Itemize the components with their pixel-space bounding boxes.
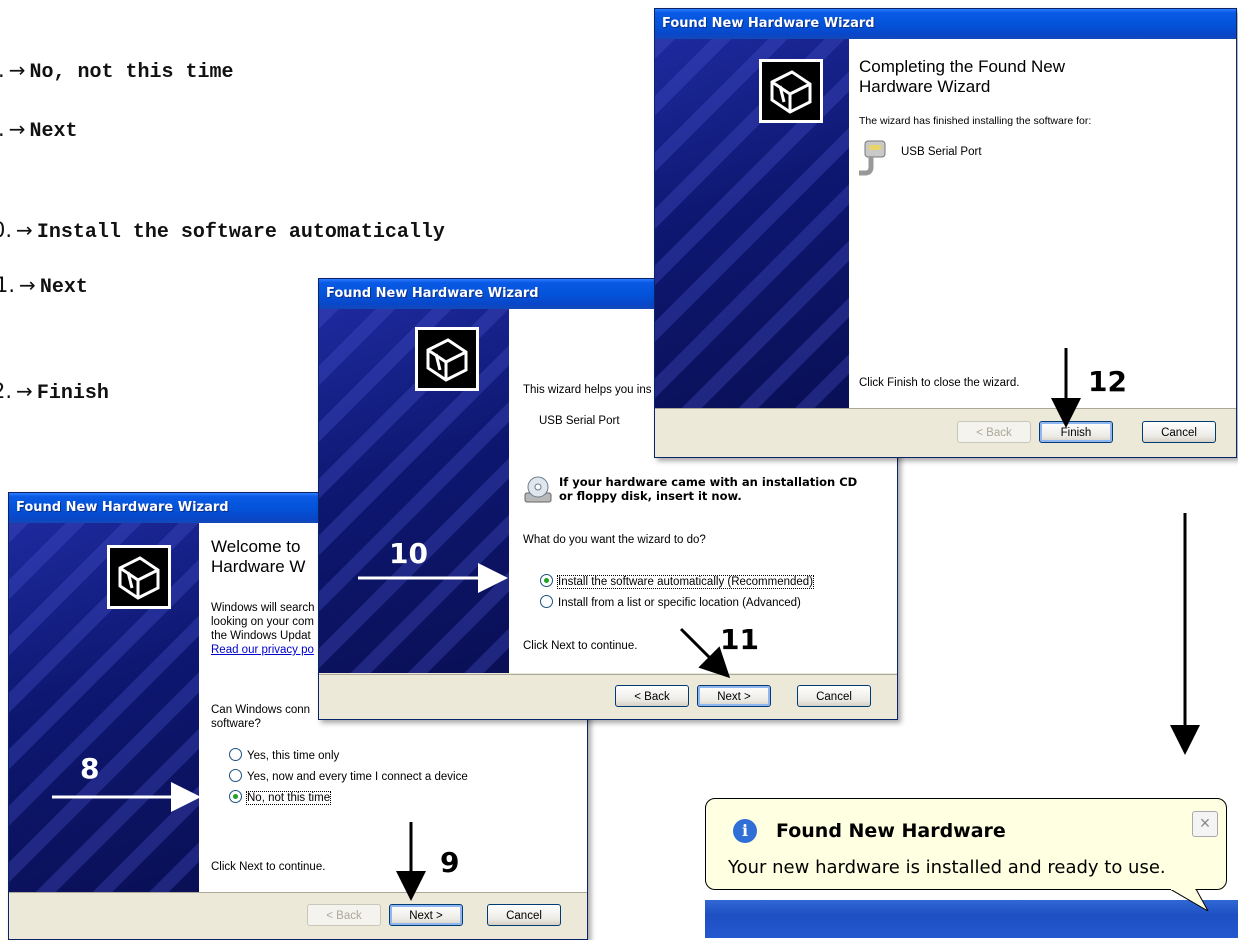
arrow-11 [679,627,731,679]
annotation-arrows [52,348,1200,901]
